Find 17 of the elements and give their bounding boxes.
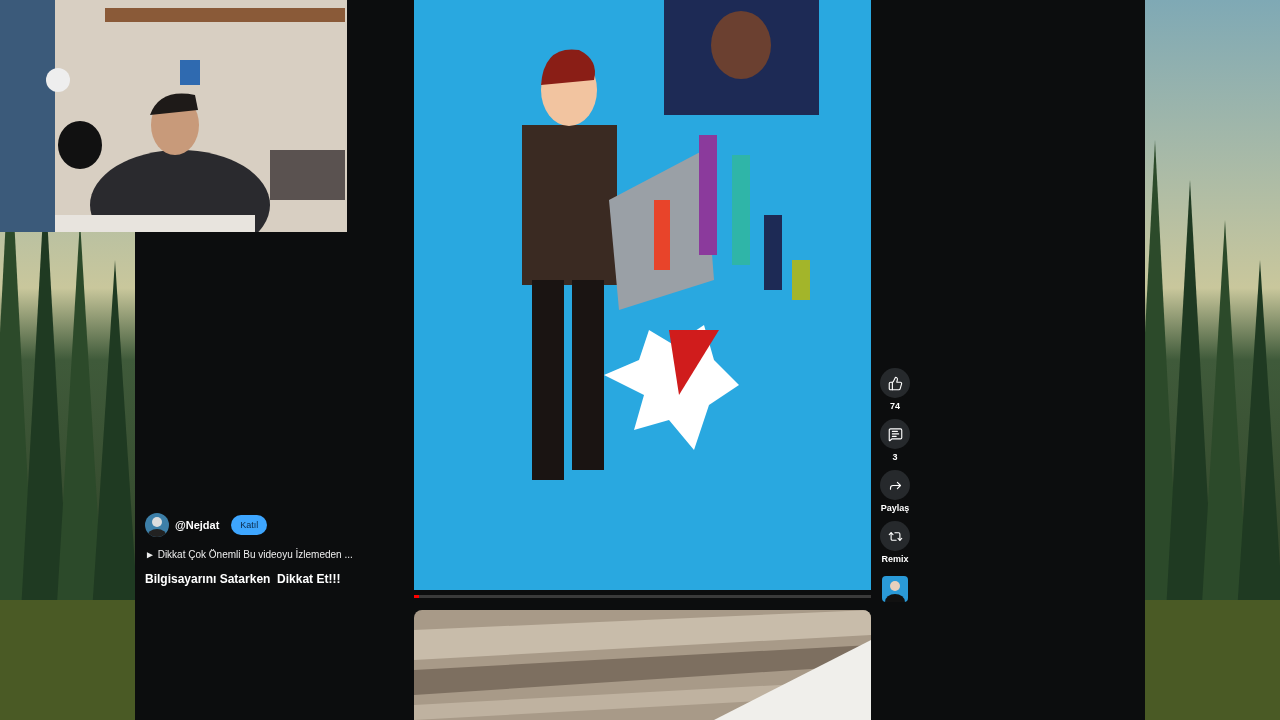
channel-avatar[interactable] [145, 513, 169, 537]
comment-button[interactable] [880, 419, 910, 449]
video-title: Bilgisayarını Satarken Dikkat Et!!! [145, 572, 342, 586]
thumbs-up-icon [887, 375, 903, 391]
progress-track[interactable] [414, 595, 871, 598]
action-label: 3 [892, 452, 898, 462]
action-label: 74 [890, 401, 900, 411]
video-description[interactable]: ► Dikkat Çok Önemli Bu videoyu İzlemeden ... [145, 549, 406, 560]
action-label: Remix [881, 554, 909, 564]
comment-icon [887, 426, 903, 442]
sound-thumbnail[interactable] [882, 576, 908, 602]
join-button[interactable]: Katıl [231, 515, 268, 535]
like-button[interactable] [880, 368, 910, 398]
action-label: Paylaş [880, 503, 910, 513]
channel-handle[interactable]: @Nejdat [175, 519, 220, 531]
share-button[interactable] [880, 470, 910, 500]
remix-button[interactable] [880, 521, 910, 551]
